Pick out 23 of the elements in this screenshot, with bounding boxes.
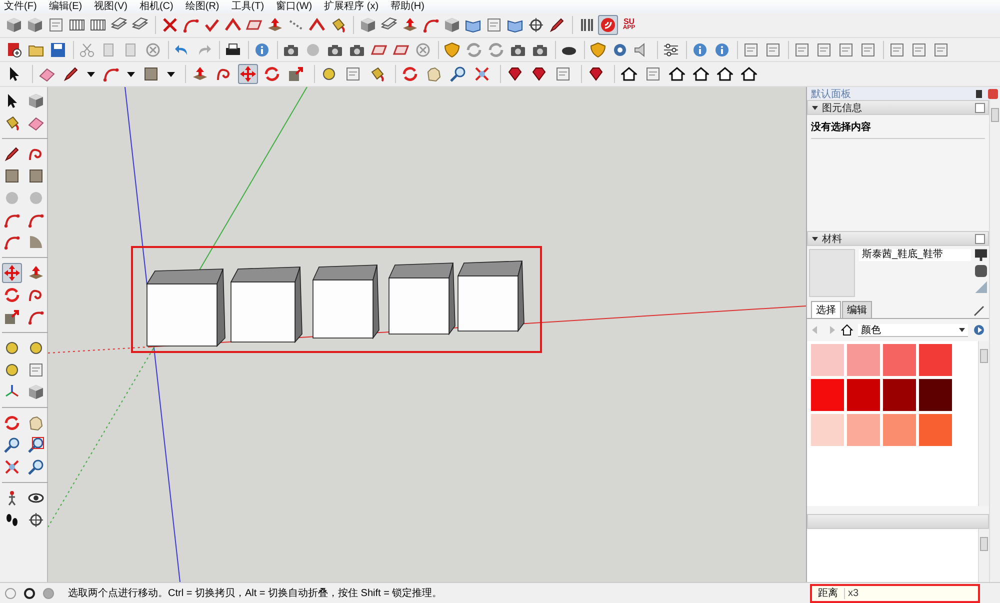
measurement-value: x3 bbox=[844, 588, 859, 599]
menu-item[interactable]: 相机(C) bbox=[139, 0, 174, 13]
menu-item[interactable]: 窗口(W) bbox=[276, 0, 312, 13]
status-message: 选取两个点进行移动。Ctrl = 切换拷贝，Alt = 切换自动折叠，按住 Shift = 锁定推理。 bbox=[68, 586, 442, 600]
menu-item[interactable]: 编辑(E) bbox=[48, 0, 82, 13]
material-name-field[interactable]: 斯泰茜_鞋底_鞋带 bbox=[859, 249, 971, 262]
measurement-label: 距离 bbox=[817, 586, 839, 600]
section-header[interactable]: 图元信息 bbox=[807, 100, 989, 116]
section-header[interactable]: 材料 bbox=[807, 231, 989, 246]
library-dropdown[interactable]: 颜色 bbox=[858, 324, 968, 337]
panel-title: 默认面板 bbox=[811, 88, 852, 101]
menu-item[interactable]: 扩展程序 (x) bbox=[324, 0, 379, 13]
tab[interactable]: 选择 bbox=[811, 301, 841, 318]
menu-item[interactable]: 视图(V) bbox=[94, 0, 128, 13]
tab[interactable]: 编辑 bbox=[842, 301, 872, 318]
menu-item[interactable]: 绘图(R) bbox=[185, 0, 220, 13]
menu-item[interactable]: 帮助(H) bbox=[390, 0, 424, 13]
menu-item[interactable]: 工具(T) bbox=[231, 0, 264, 13]
section-title: 材料 bbox=[822, 232, 843, 246]
section-title: 图元信息 bbox=[822, 102, 863, 115]
status-message: 没有选择内容 bbox=[811, 118, 985, 140]
menu-item[interactable]: 文件(F) bbox=[4, 0, 37, 13]
measurements-field[interactable]: 距离 x3 bbox=[810, 584, 980, 603]
